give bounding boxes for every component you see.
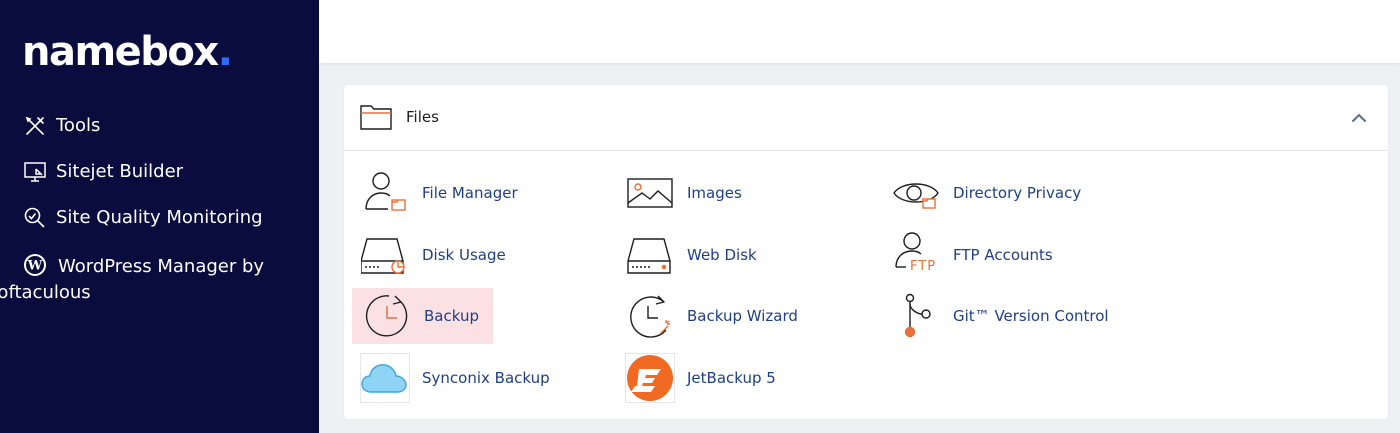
tool-label: Synconix Backup [422,369,550,387]
sidebar-item-label: Sitejet Builder [56,161,184,182]
tool-label: Directory Privacy [953,184,1082,202]
tool-images[interactable]: Images [625,165,742,221]
disk-usage-icon [360,230,410,280]
cloud-icon [360,353,410,403]
tool-label: Disk Usage [422,246,506,264]
svg-text:W: W [27,259,43,274]
tool-label: FTP Accounts [953,246,1053,264]
backup-wizard-icon [625,291,675,341]
images-icon [625,168,675,218]
jetbackup-icon [625,353,675,403]
tool-disk-usage[interactable]: Disk Usage [360,227,506,283]
tool-label: Backup Wizard [687,307,798,325]
tool-synconix-backup[interactable]: Synconix Backup [360,350,550,406]
sidebar-item-sitejet-builder[interactable]: Sitejet Builder [22,159,183,185]
git-icon [891,291,941,341]
tool-jetbackup-5[interactable]: JetBackup 5 [625,350,776,406]
tool-file-manager[interactable]: File Manager [360,165,518,221]
directory-privacy-icon [891,168,941,218]
sidebar-item-label: Tools [56,115,101,136]
sidebar-item-site-quality-monitoring[interactable]: Site Quality Monitoring [22,205,263,231]
ftp-badge: FTP [910,259,937,274]
sidebar-item-tools[interactable]: Tools [22,113,100,139]
tool-git-version-control[interactable]: Git™ Version Control [891,288,1109,344]
chevron-up-icon[interactable] [1350,109,1368,127]
wordpress-icon: W [22,252,48,278]
top-bar [319,0,1400,63]
tool-directory-privacy[interactable]: Directory Privacy [891,165,1081,221]
sidebar-item-wordpress-manager[interactable]: W WordPress Manager by Softaculous [0,252,282,306]
magnifier-icon [22,205,48,231]
folder-icon [360,105,392,130]
tool-label: JetBackup 5 [687,369,776,387]
tool-backup[interactable]: Backup [352,288,493,344]
brand-logo[interactable]: namebox. [22,26,233,78]
sidebar-item-label: W WordPress Manager by Softaculous [0,252,282,306]
monitor-icon [22,159,48,185]
panel-title: Files [406,108,439,126]
files-panel: Files File Manager Images Directory Priv… [344,85,1388,419]
web-disk-icon [625,230,675,280]
brand-dot: . [217,29,233,75]
tool-label: Backup [424,307,479,325]
brand-name: namebox [22,29,219,75]
sidebar: namebox. Tools Sitejet Builder Site Qual… [0,0,319,433]
file-manager-icon [360,168,410,218]
backup-icon [362,291,412,341]
tool-label: Web Disk [687,246,757,264]
files-panel-header[interactable]: Files [344,85,1388,151]
tools-icon [22,113,48,139]
tool-label: File Manager [422,184,518,202]
tool-label: Images [687,184,742,202]
tool-ftp-accounts[interactable]: FTP Accounts [891,227,1053,283]
sidebar-item-label: Site Quality Monitoring [56,207,263,228]
tool-web-disk[interactable]: Web Disk [625,227,757,283]
tool-label: Git™ Version Control [953,307,1109,325]
tool-backup-wizard[interactable]: Backup Wizard [625,288,798,344]
